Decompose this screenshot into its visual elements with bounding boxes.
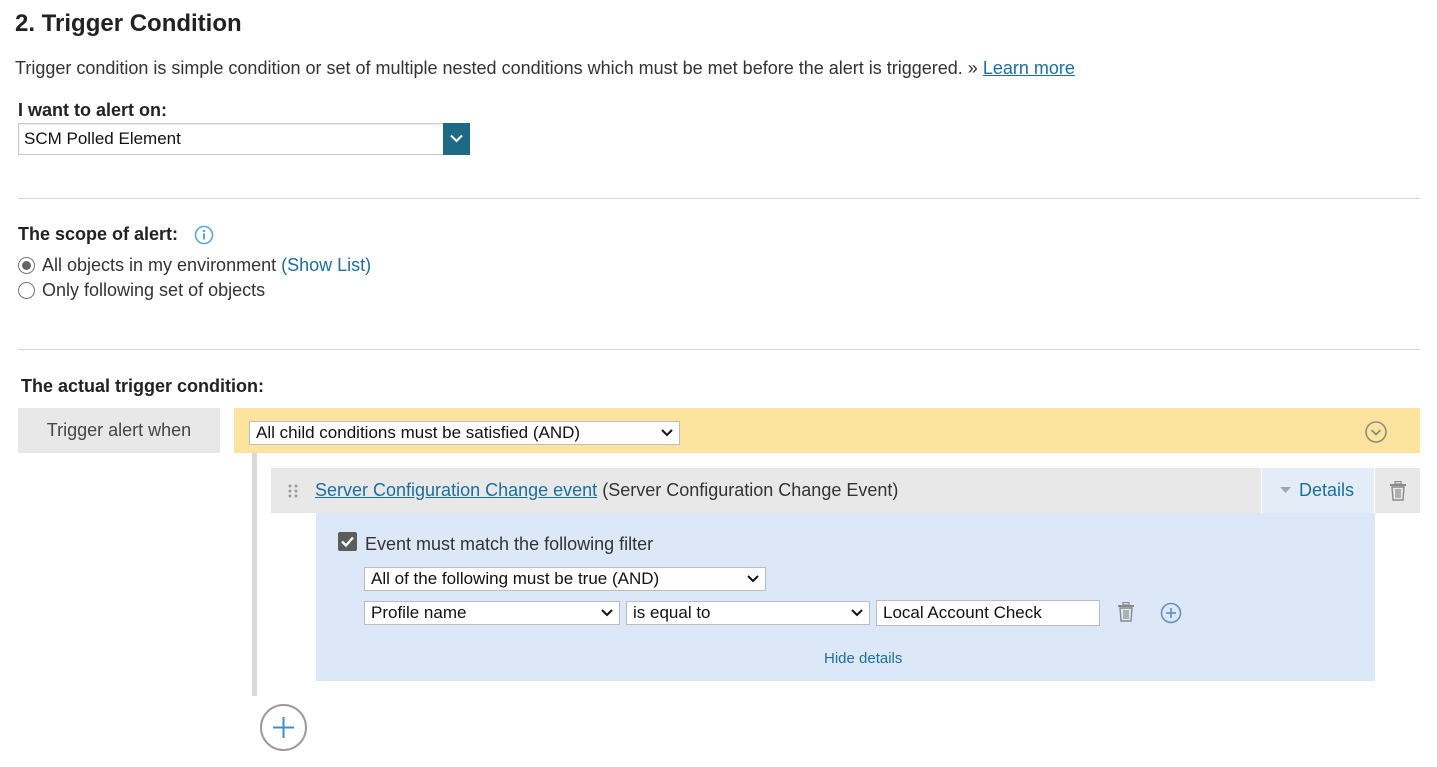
condition-title: Server Configuration Change event (Serve…	[315, 480, 898, 501]
filter-panel: Event must match the following filter Al…	[316, 513, 1375, 681]
filter-checkbox[interactable]	[338, 532, 357, 551]
show-list-link[interactable]: (Show List)	[281, 255, 371, 276]
condition-event-type: (Server Configuration Change Event)	[602, 480, 899, 500]
filter-logic-value: All of the following must be true (AND)	[371, 569, 660, 588]
divider	[18, 198, 1420, 199]
info-icon[interactable]	[194, 225, 214, 245]
tree-line	[252, 453, 257, 696]
alert-on-select[interactable]: SCM Polled Element	[18, 123, 470, 155]
filter-field-select[interactable]: Profile name	[364, 601, 620, 625]
trash-icon[interactable]	[1117, 602, 1135, 622]
check-icon	[341, 536, 354, 548]
condition-header: Server Configuration Change event (Serve…	[271, 468, 1261, 513]
add-filter-icon[interactable]	[1160, 602, 1182, 624]
collapse-icon[interactable]	[1364, 420, 1388, 444]
divider	[18, 349, 1420, 350]
filter-field-value: Profile name	[371, 603, 467, 622]
filter-checkbox-label: Event must match the following filter	[365, 534, 654, 554]
hide-details-link[interactable]: Hide details	[824, 650, 902, 667]
drag-handle-icon[interactable]	[287, 483, 299, 499]
condition-logic-value: All child conditions must be satisfied (…	[256, 423, 581, 442]
filter-operator-value: is equal to	[633, 603, 711, 622]
scope-option-all[interactable]: All objects in my environment (Show List…	[18, 255, 371, 276]
filter-operator-select[interactable]: is equal to	[626, 601, 870, 625]
trigger-alert-when-label: Trigger alert when	[18, 408, 220, 453]
scope-header: The scope of alert:	[18, 224, 214, 245]
alert-on-label: I want to alert on:	[18, 100, 168, 120]
details-label: Details	[1299, 480, 1355, 500]
alert-on-value: SCM Polled Element	[24, 129, 181, 148]
section-description: Trigger condition is simple condition or…	[15, 58, 1075, 79]
condition-event-link[interactable]: Server Configuration Change event	[315, 480, 597, 500]
chevron-down-icon	[661, 429, 673, 437]
caret-down-icon	[1280, 487, 1291, 493]
condition-group-bar: All child conditions must be satisfied (…	[234, 408, 1420, 453]
filter-logic-select[interactable]: All of the following must be true (AND)	[364, 567, 766, 591]
chevron-down-icon	[851, 609, 863, 617]
filter-value-input[interactable]: Local Account Check	[876, 600, 1100, 626]
scope-option-label: All objects in my environment	[42, 255, 277, 275]
section-title: 2. Trigger Condition	[15, 10, 242, 37]
learn-more-link[interactable]: Learn more	[983, 58, 1075, 78]
chevron-down-icon	[747, 575, 759, 583]
chevron-down-icon[interactable]	[443, 123, 470, 155]
trash-icon	[1389, 480, 1406, 501]
scope-option-label: Only following set of objects	[42, 280, 266, 300]
scope-label: The scope of alert:	[18, 224, 179, 244]
details-toggle[interactable]: Details	[1262, 468, 1374, 513]
delete-condition-button[interactable]	[1375, 468, 1420, 513]
add-condition-button[interactable]	[260, 704, 307, 751]
filter-value-text: Local Account Check	[883, 603, 1042, 622]
description-text: Trigger condition is simple condition or…	[15, 58, 978, 78]
scope-option-following[interactable]: Only following set of objects	[18, 280, 265, 301]
chevron-down-icon	[601, 609, 613, 617]
radio-button[interactable]	[18, 257, 35, 274]
condition-logic-select[interactable]: All child conditions must be satisfied (…	[249, 421, 680, 445]
plus-icon	[273, 717, 294, 738]
radio-button[interactable]	[18, 282, 35, 299]
trigger-condition-label: The actual trigger condition:	[21, 376, 265, 396]
